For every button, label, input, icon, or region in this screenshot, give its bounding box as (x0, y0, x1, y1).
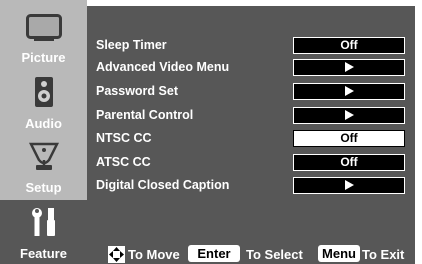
sidebar: Picture Audio Setup Feature (0, 0, 87, 264)
tab-setup-label: Setup (25, 180, 62, 195)
atsc-cc-value[interactable]: Off (293, 154, 405, 171)
satellite-dish-icon (28, 142, 59, 170)
tab-audio[interactable]: Audio (0, 72, 87, 136)
arrow-right-icon (344, 109, 354, 120)
sleep-timer-value[interactable]: Off (293, 37, 405, 54)
menu-item-atsc-cc[interactable]: ATSC CC Off (96, 154, 416, 171)
tab-feature-label: Feature (20, 246, 67, 261)
arrow-right-icon (344, 85, 354, 96)
tools-icon (31, 208, 55, 236)
help-exit-text: To Exit (362, 247, 405, 262)
menu-item-label: Advanced Video Menu (96, 60, 230, 74)
dpad-icon (108, 246, 125, 263)
tab-audio-label: Audio (25, 116, 62, 131)
menu-item-advanced-video-menu[interactable]: Advanced Video Menu (96, 59, 416, 76)
help-move-text: To Move (128, 247, 180, 262)
tab-picture-label: Picture (21, 50, 66, 65)
help-bar: To Move Enter To Select Menu To Exit (108, 244, 418, 263)
speaker-icon (34, 77, 53, 107)
osd-screen: Picture Audio Setup Feature Sleep Timer … (0, 0, 422, 264)
menu-item-label: Parental Control (96, 108, 194, 122)
help-select-text: To Select (246, 247, 303, 262)
arrow-right-icon (344, 61, 354, 72)
menu-item-label: ATSC CC (96, 155, 151, 169)
menu-item-sleep-timer[interactable]: Sleep Timer Off (96, 37, 416, 54)
password-set-enter[interactable] (293, 83, 405, 100)
tv-icon (25, 14, 62, 41)
parental-control-enter[interactable] (293, 107, 405, 124)
advanced-video-menu-enter[interactable] (293, 59, 405, 76)
ntsc-cc-value[interactable]: Off (293, 130, 405, 147)
menu-item-label: NTSC CC (96, 131, 152, 145)
menu-item-password-set[interactable]: Password Set (96, 83, 416, 100)
tab-picture[interactable]: Picture (0, 6, 87, 70)
arrow-right-icon (344, 179, 354, 190)
tab-feature[interactable]: Feature (0, 200, 87, 264)
tab-setup[interactable]: Setup (0, 136, 87, 200)
menu-item-ntsc-cc[interactable]: NTSC CC Off (96, 130, 416, 147)
menu-item-label: Sleep Timer (96, 38, 167, 52)
menu-key-badge: Menu (318, 245, 360, 262)
menu-item-label: Password Set (96, 84, 178, 98)
menu-item-digital-closed-caption[interactable]: Digital Closed Caption (96, 177, 416, 194)
enter-key-badge: Enter (188, 245, 240, 262)
digital-closed-caption-enter[interactable] (293, 177, 405, 194)
menu-item-parental-control[interactable]: Parental Control (96, 107, 416, 124)
menu-item-label: Digital Closed Caption (96, 178, 230, 192)
